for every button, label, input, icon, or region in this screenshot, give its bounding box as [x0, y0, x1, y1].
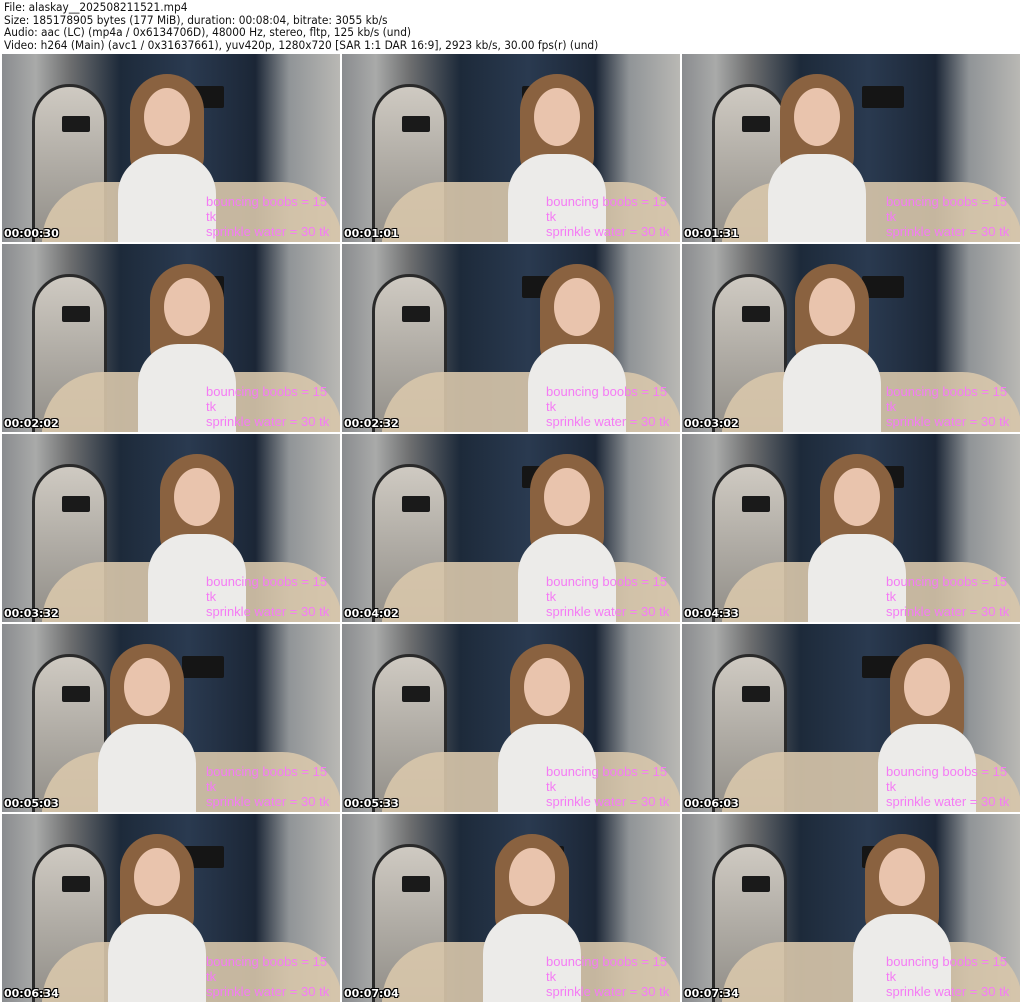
- timestamp: 00:06:03: [684, 797, 739, 810]
- overlay-line: sprinkle water = 30 tk: [206, 984, 330, 999]
- overlay-line: sprinkle water = 30 tk: [546, 604, 670, 619]
- timestamp: 00:02:02: [4, 417, 59, 430]
- lamp: [402, 306, 430, 322]
- video-thumbnail[interactable]: bouncing boobs = 15 tk sprinkle water = 3…: [682, 434, 1020, 622]
- tip-menu-overlay: bouncing boobs = 15 tk sprinkle water = 3…: [546, 764, 680, 809]
- tip-menu-overlay: bouncing boobs = 15 tk sprinkle water = 3…: [206, 384, 340, 429]
- overlay-line: sprinkle water = 30 tk: [206, 794, 330, 809]
- lamp: [62, 686, 90, 702]
- timestamp: 00:00:30: [4, 227, 59, 240]
- lamp: [62, 306, 90, 322]
- timestamp: 00:01:31: [684, 227, 739, 240]
- timestamp: 00:03:32: [4, 607, 59, 620]
- timestamp: 00:07:34: [684, 987, 739, 1000]
- tip-menu-overlay: bouncing boobs = 15 tk sprinkle water = 3…: [886, 954, 1020, 999]
- lamp: [62, 876, 90, 892]
- video-thumbnail[interactable]: bouncing boobs = 15 tk sprinkle water = 3…: [2, 244, 340, 432]
- overlay-line: bouncing boobs = 15 tk: [886, 574, 1008, 604]
- overlay-line: bouncing boobs = 15 tk: [546, 954, 668, 984]
- timestamp: 00:05:03: [4, 797, 59, 810]
- video-thumbnail[interactable]: bouncing boobs = 15 tk sprinkle water = 3…: [682, 814, 1020, 1002]
- tip-menu-overlay: bouncing boobs = 15 tk sprinkle water = 3…: [206, 574, 340, 619]
- tip-menu-overlay: bouncing boobs = 15 tk sprinkle water = 3…: [206, 764, 340, 809]
- tip-menu-overlay: bouncing boobs = 15 tk sprinkle water = 3…: [546, 384, 680, 429]
- lamp: [62, 496, 90, 512]
- tip-menu-overlay: bouncing boobs = 15 tk sprinkle water = 3…: [206, 954, 340, 999]
- overlay-line: bouncing boobs = 15 tk: [206, 764, 328, 794]
- person: [762, 74, 872, 242]
- video-thumbnail[interactable]: bouncing boobs = 15 tk sprinkle water = 3…: [2, 624, 340, 812]
- lamp: [742, 876, 770, 892]
- video-thumbnail[interactable]: bouncing boobs = 15 tk sprinkle water = 3…: [2, 54, 340, 242]
- lamp: [742, 306, 770, 322]
- overlay-line: sprinkle water = 30 tk: [546, 224, 670, 239]
- overlay-line: sprinkle water = 30 tk: [886, 224, 1010, 239]
- overlay-line: bouncing boobs = 15 tk: [206, 194, 328, 224]
- video-thumbnail[interactable]: bouncing boobs = 15 tk sprinkle water = 3…: [2, 814, 340, 1002]
- overlay-line: bouncing boobs = 15 tk: [546, 194, 668, 224]
- lamp: [402, 876, 430, 892]
- overlay-line: sprinkle water = 30 tk: [886, 604, 1010, 619]
- video-thumbnail[interactable]: bouncing boobs = 15 tk sprinkle water = 3…: [342, 624, 680, 812]
- overlay-line: bouncing boobs = 15 tk: [886, 954, 1008, 984]
- timestamp: 00:05:33: [344, 797, 399, 810]
- overlay-line: sprinkle water = 30 tk: [886, 414, 1010, 429]
- overlay-line: bouncing boobs = 15 tk: [886, 194, 1008, 224]
- video-thumbnail[interactable]: bouncing boobs = 15 tk sprinkle water = 3…: [2, 434, 340, 622]
- video-thumbnail[interactable]: bouncing boobs = 15 tk sprinkle water = 3…: [682, 244, 1020, 432]
- overlay-line: bouncing boobs = 15 tk: [206, 384, 328, 414]
- tip-menu-overlay: bouncing boobs = 15 tk sprinkle water = 3…: [886, 764, 1020, 809]
- timestamp: 00:06:34: [4, 987, 59, 1000]
- thumbnail-grid: bouncing boobs = 15 tk sprinkle water = 3…: [2, 54, 1020, 1002]
- overlay-line: sprinkle water = 30 tk: [886, 794, 1010, 809]
- overlay-line: bouncing boobs = 15 tk: [886, 764, 1008, 794]
- overlay-line: sprinkle water = 30 tk: [546, 414, 670, 429]
- video-thumbnail[interactable]: bouncing boobs = 15 tk sprinkle water = 3…: [682, 54, 1020, 242]
- overlay-line: sprinkle water = 30 tk: [206, 414, 330, 429]
- overlay-line: sprinkle water = 30 tk: [546, 984, 670, 999]
- timestamp: 00:03:02: [684, 417, 739, 430]
- lamp: [402, 686, 430, 702]
- person: [102, 834, 212, 1002]
- tip-menu-overlay: bouncing boobs = 15 tk sprinkle water = 3…: [886, 194, 1020, 239]
- tip-menu-overlay: bouncing boobs = 15 tk sprinkle water = 3…: [546, 954, 680, 999]
- video-thumbnail[interactable]: bouncing boobs = 15 tk sprinkle water = 3…: [342, 54, 680, 242]
- video-thumbnail[interactable]: bouncing boobs = 15 tk sprinkle water = 3…: [342, 434, 680, 622]
- timestamp: 00:07:04: [344, 987, 399, 1000]
- audio-info: Audio: aac (LC) (mp4a / 0x6134706D), 480…: [4, 25, 412, 39]
- video-thumbnail[interactable]: bouncing boobs = 15 tk sprinkle water = 3…: [342, 244, 680, 432]
- file-info-header: File: alaskay__202508211521.mp4 Size: 18…: [4, 1, 598, 51]
- lamp: [742, 686, 770, 702]
- overlay-line: sprinkle water = 30 tk: [206, 224, 330, 239]
- tip-menu-overlay: bouncing boobs = 15 tk sprinkle water = 3…: [886, 574, 1020, 619]
- overlay-line: bouncing boobs = 15 tk: [546, 764, 668, 794]
- file-name: File: alaskay__202508211521.mp4: [4, 0, 188, 14]
- overlay-line: bouncing boobs = 15 tk: [206, 954, 328, 984]
- tip-menu-overlay: bouncing boobs = 15 tk sprinkle water = 3…: [546, 194, 680, 239]
- person: [777, 264, 887, 432]
- timestamp: 00:04:33: [684, 607, 739, 620]
- video-thumbnail[interactable]: bouncing boobs = 15 tk sprinkle water = 3…: [682, 624, 1020, 812]
- lamp: [402, 116, 430, 132]
- overlay-line: bouncing boobs = 15 tk: [886, 384, 1008, 414]
- overlay-line: sprinkle water = 30 tk: [886, 984, 1010, 999]
- video-thumbnail[interactable]: bouncing boobs = 15 tk sprinkle water = 3…: [342, 814, 680, 1002]
- timestamp: 00:01:01: [344, 227, 399, 240]
- person: [92, 644, 202, 812]
- tip-menu-overlay: bouncing boobs = 15 tk sprinkle water = 3…: [546, 574, 680, 619]
- video-info: Video: h264 (Main) (avc1 / 0x31637661), …: [4, 37, 599, 52]
- lamp: [62, 116, 90, 132]
- timestamp: 00:04:02: [344, 607, 399, 620]
- tip-menu-overlay: bouncing boobs = 15 tk sprinkle water = 3…: [206, 194, 340, 239]
- overlay-line: sprinkle water = 30 tk: [206, 604, 330, 619]
- lamp: [742, 496, 770, 512]
- timestamp: 00:02:32: [344, 417, 399, 430]
- lamp: [402, 496, 430, 512]
- overlay-line: sprinkle water = 30 tk: [546, 794, 670, 809]
- overlay-line: bouncing boobs = 15 tk: [206, 574, 328, 604]
- tip-menu-overlay: bouncing boobs = 15 tk sprinkle water = 3…: [886, 384, 1020, 429]
- overlay-line: bouncing boobs = 15 tk: [546, 384, 668, 414]
- overlay-line: bouncing boobs = 15 tk: [546, 574, 668, 604]
